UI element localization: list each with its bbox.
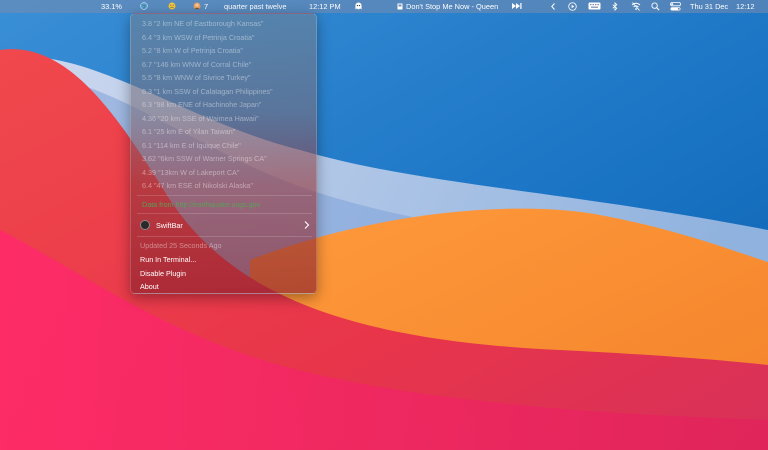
menu-item-quake[interactable]: 6.3 "98 km ENE of Hachinohe Japan" (142, 99, 261, 110)
menu-item-quake[interactable]: 6.4 "47 km ESE of Nikolski Alaska" (142, 180, 253, 191)
bluetooth-icon[interactable] (612, 0, 618, 15)
search-icon[interactable] (651, 0, 660, 15)
control-center-icon[interactable] (670, 0, 681, 15)
emoji-person-icon[interactable] (193, 0, 201, 14)
music-note-icon (397, 0, 403, 14)
chevron-right-icon (304, 221, 310, 229)
menu-item-quake[interactable]: 4.39 "13km W of Lakeport CA" (142, 167, 239, 178)
menu-item-quake[interactable]: 3.8 "2 km NE of Eastborough Kansas" (142, 18, 263, 29)
clock-words[interactable]: quarter past twelve (224, 0, 286, 13)
run-in-terminal-item[interactable]: Run In Terminal... (140, 254, 196, 265)
menu-item-quake[interactable]: 4.36 "20 km SSE of Waimea Hawaii" (142, 113, 259, 124)
time-label[interactable]: 12:12 PM (309, 0, 341, 13)
about-item[interactable]: About (140, 281, 159, 292)
keyboard-icon[interactable] (588, 0, 601, 14)
menu-item-quake[interactable]: 5.2 "8 km W of Petrinja Croatia" (142, 45, 243, 56)
menu-bar: 33.1% 7 quarter past twelve 12:12 PM Don… (0, 0, 768, 13)
menu-separator (137, 195, 312, 196)
swiftbar-icon (140, 220, 150, 230)
menu-item-quake[interactable]: 3.62 "6km SSW of Warner Springs CA" (142, 153, 267, 164)
menu-item-quake[interactable]: 5.5 "8 km WNW of Sivrice Turkey" (142, 72, 251, 83)
clock-label[interactable]: 12:12 (736, 0, 755, 13)
count-label[interactable]: 7 (204, 0, 208, 13)
skip-icon[interactable] (512, 0, 522, 13)
disable-plugin-item[interactable]: Disable Plugin (140, 268, 186, 279)
menu-separator (137, 213, 312, 214)
emoji-icon[interactable] (168, 0, 176, 14)
wifi-off-icon[interactable] (631, 0, 641, 15)
menu-item-quake[interactable]: 6.1 "114 km E of Iquique Chile" (142, 140, 241, 151)
date-label[interactable]: Thu 31 Dec (690, 0, 728, 13)
menu-item-quake[interactable]: 6.4 "3 km WSW of Petrinja Croatia" (142, 32, 255, 43)
battery-percent[interactable]: 33.1% (101, 0, 122, 13)
menu-item-quake[interactable]: 6.3 "1 km SSW of Calatagan Philippines" (142, 86, 273, 97)
earthquake-menu: 3.8 "2 km NE of Eastborough Kansas" 6.4 … (130, 13, 317, 294)
now-playing[interactable]: Don't Stop Me Now - Queen (406, 0, 498, 13)
ghost-icon[interactable] (355, 0, 362, 14)
data-source-link[interactable]: Data from http://earthquake.usgs.gov (142, 199, 260, 210)
swiftbar-submenu[interactable]: SwiftBar (156, 220, 183, 231)
updated-label: Updated 25 Seconds Ago (140, 241, 222, 250)
desktop-wallpaper (0, 0, 768, 450)
menu-item-quake[interactable]: 6.1 "25 km E of Yilan Taiwan" (142, 126, 235, 137)
play-circle-icon[interactable] (568, 0, 577, 15)
menu-separator (137, 236, 312, 237)
chevron-left-icon[interactable] (551, 0, 555, 14)
globe-icon[interactable] (140, 0, 148, 14)
menu-item-quake[interactable]: 6.7 "146 km WNW of Corral Chile" (142, 59, 251, 70)
